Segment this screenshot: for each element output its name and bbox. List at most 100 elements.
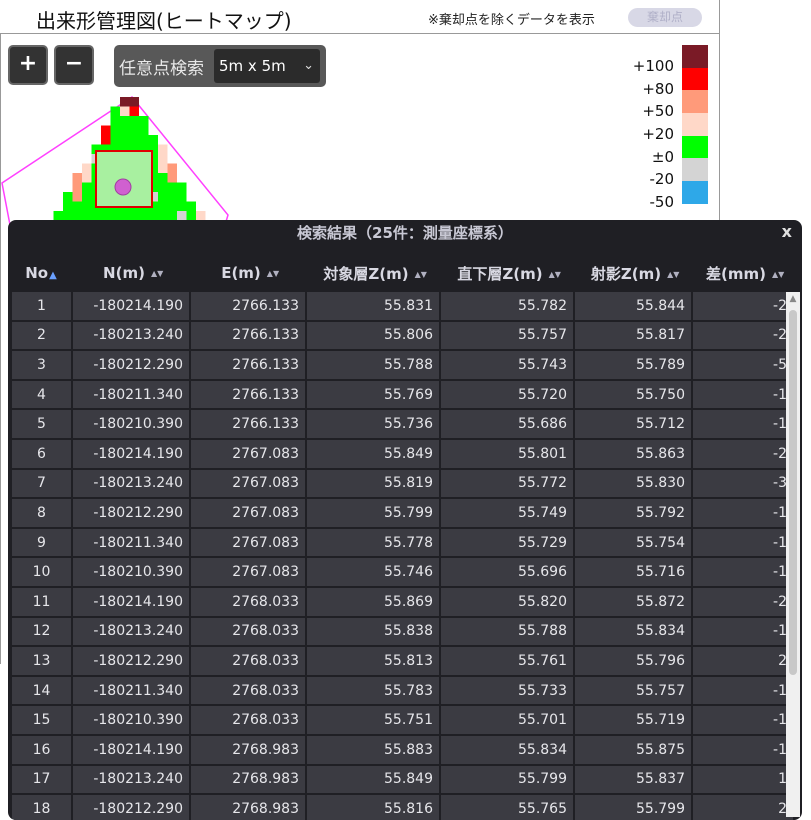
table-cell: -1 xyxy=(691,378,795,411)
column-header-label: N(m) xyxy=(103,264,145,282)
heatmap-cell[interactable] xyxy=(110,125,121,136)
heatmap-cell[interactable] xyxy=(129,106,140,117)
heatmap-cell[interactable] xyxy=(63,192,73,202)
table-row[interactable]: 1 -180214.190 2766.133 55.831 55.782 55.844 -2 xyxy=(10,290,795,322)
table-row[interactable]: 5 -180210.390 2766.133 55.736 55.686 55.712 -1 xyxy=(10,408,795,440)
heatmap-cell[interactable] xyxy=(158,173,168,183)
table-row[interactable]: 16 -180214.190 2768.983 55.883 55.834 55.875-… xyxy=(10,733,795,766)
column-header-label: 対象層Z(m) xyxy=(323,264,409,283)
table-cell: 4 xyxy=(10,378,73,411)
grid-size-select[interactable]: 5m x 5m ⌄ xyxy=(214,49,320,83)
heatmap-cell[interactable] xyxy=(110,106,121,117)
heatmap-cell[interactable] xyxy=(129,125,140,136)
scroll-up-icon[interactable]: ▲ xyxy=(786,292,800,306)
heatmap-cell[interactable] xyxy=(82,163,92,174)
table-cell: 55.830 xyxy=(573,467,693,500)
heatmap-cell[interactable] xyxy=(82,182,92,193)
column-header[interactable]: No▲ xyxy=(11,256,73,291)
table-cell: 55.872 xyxy=(573,585,693,618)
heatmap-cell[interactable] xyxy=(158,201,168,212)
heatmap-area[interactable]: + − 任意点検索 5m x 5m ⌄ +100 +80 +50 +20 ±0 -20 -5… xyxy=(0,35,719,225)
column-header[interactable]: 射影Z(m) ▲▼ xyxy=(574,256,693,291)
heatmap-cell[interactable] xyxy=(158,144,168,155)
table-row[interactable]: 18 -180212.290 2768.983 55.816 55.765 55.799 2 xyxy=(10,793,795,820)
heatmap-cell[interactable] xyxy=(167,173,178,183)
heatmap-cell[interactable] xyxy=(186,201,197,212)
table-cell: -180212.290 xyxy=(71,349,191,381)
table-row[interactable]: 6 -180214.190 2767.083 55.849 55.801 55.863 -2 xyxy=(10,437,795,470)
column-header[interactable]: N(m) ▲▼ xyxy=(72,256,191,291)
table-row[interactable]: 13 -180212.290 2768.033 55.813 55.761 55.796 2 xyxy=(10,645,795,677)
heatmap-cell[interactable] xyxy=(72,201,83,212)
heatmap-cell[interactable] xyxy=(82,173,92,183)
heatmap-cell[interactable] xyxy=(148,135,159,145)
heatmap-cell[interactable] xyxy=(139,135,149,145)
scrollbar[interactable]: ▲ xyxy=(786,292,800,817)
heatmap-cell[interactable] xyxy=(120,97,130,107)
heatmap-cell[interactable] xyxy=(82,201,92,212)
table-row[interactable]: 8 -180212.290 2767.083 55.799 55.749 55.792 -1 xyxy=(10,497,795,529)
heatmap-cell[interactable] xyxy=(167,192,178,202)
column-header[interactable]: 差(mm) ▲▼ xyxy=(692,256,795,291)
table-cell: 2767.083 xyxy=(189,497,307,529)
table-cell: 55.799 xyxy=(573,793,693,820)
table-cell: 2766.133 xyxy=(189,290,307,322)
column-header[interactable]: E(m) ▲▼ xyxy=(190,256,307,291)
column-header[interactable]: 対象層Z(m) ▲▼ xyxy=(306,256,441,291)
heatmap-cell[interactable] xyxy=(158,163,168,174)
heatmap-cell[interactable] xyxy=(167,201,178,212)
heatmap-cell[interactable] xyxy=(82,192,92,202)
table-cell: -180212.290 xyxy=(71,497,191,529)
table-row[interactable]: 17 -180213.240 2768.983 55.849 55.799 55.837 1 xyxy=(10,763,795,796)
table-cell: 55.837 xyxy=(573,763,693,796)
heatmap-cell[interactable] xyxy=(120,125,130,136)
table-row[interactable]: 3 -180212.290 2766.133 55.788 55.743 55.789 -5 xyxy=(10,349,795,381)
heatmap-cell[interactable] xyxy=(177,192,187,202)
heatmap-cell[interactable] xyxy=(72,173,83,183)
table-cell: 55.765 xyxy=(439,793,575,820)
heatmap-cell[interactable] xyxy=(101,125,111,136)
rejected-points-toggle[interactable]: 棄却点 xyxy=(628,8,702,27)
heatmap-cell[interactable] xyxy=(120,135,130,145)
heatmap-cell[interactable] xyxy=(177,182,187,193)
table-cell: 55.743 xyxy=(439,349,575,381)
table-cell: 55.849 xyxy=(305,763,441,796)
heatmap-cell[interactable] xyxy=(129,116,140,126)
table-cell: -180213.240 xyxy=(71,615,191,648)
table-row[interactable]: 2 -180213.240 2766.133 55.806 55.757 55.817 -2 xyxy=(10,319,795,352)
heatmap-cell[interactable] xyxy=(177,201,187,212)
heatmap-cell[interactable] xyxy=(72,182,83,193)
close-button[interactable]: x xyxy=(782,222,792,241)
table-cell: 55.799 xyxy=(439,763,575,796)
table-row[interactable]: 11 -180214.190 2768.033 55.869 55.820 55.872-… xyxy=(10,585,795,618)
heatmap-cell[interactable] xyxy=(167,182,178,193)
heatmap-cell[interactable] xyxy=(129,97,140,107)
heatmap-cell[interactable] xyxy=(110,135,121,145)
zoom-out-button[interactable]: − xyxy=(54,45,94,85)
heatmap-cell[interactable] xyxy=(120,106,130,117)
column-header[interactable]: 直下層Z(m) ▲▼ xyxy=(440,256,575,291)
table-cell: -180214.190 xyxy=(71,290,191,322)
heatmap-cell[interactable] xyxy=(72,192,83,202)
heatmap-cell[interactable] xyxy=(139,125,149,136)
heatmap-cell[interactable] xyxy=(63,201,73,212)
heatmap-cell[interactable] xyxy=(101,135,111,145)
table-row[interactable]: 12 -180213.240 2768.033 55.838 55.788 55.834-… xyxy=(10,615,795,648)
table-cell: 14 xyxy=(10,674,73,707)
scrollbar-thumb[interactable] xyxy=(789,310,797,675)
zoom-in-button[interactable]: + xyxy=(8,45,48,85)
heatmap-cell[interactable] xyxy=(139,116,149,126)
table-row[interactable]: 4 -180211.340 2766.133 55.769 55.720 55.750 -1 xyxy=(10,378,795,411)
heatmap-cell[interactable] xyxy=(158,182,168,193)
heatmap-cell[interactable] xyxy=(110,116,121,126)
table-row[interactable]: 10 -180210.390 2767.083 55.746 55.696 55.716-… xyxy=(10,556,795,588)
heatmap-cell[interactable] xyxy=(129,135,140,145)
heatmap-cell[interactable] xyxy=(167,163,178,174)
heatmap-cell[interactable] xyxy=(158,192,168,202)
table-row[interactable]: 14 -180211.340 2768.033 55.783 55.733 55.757-… xyxy=(10,674,795,707)
heatmap-cell[interactable] xyxy=(120,116,130,126)
heatmap-cell[interactable] xyxy=(158,154,168,164)
table-row[interactable]: 9 -180211.340 2767.083 55.778 55.729 55.754 -1 xyxy=(10,526,795,559)
table-row[interactable]: 15 -180210.390 2768.033 55.751 55.701 55.719-… xyxy=(10,704,795,736)
table-row[interactable]: 7 -180213.240 2767.083 55.819 55.772 55.830 -3 xyxy=(10,467,795,500)
